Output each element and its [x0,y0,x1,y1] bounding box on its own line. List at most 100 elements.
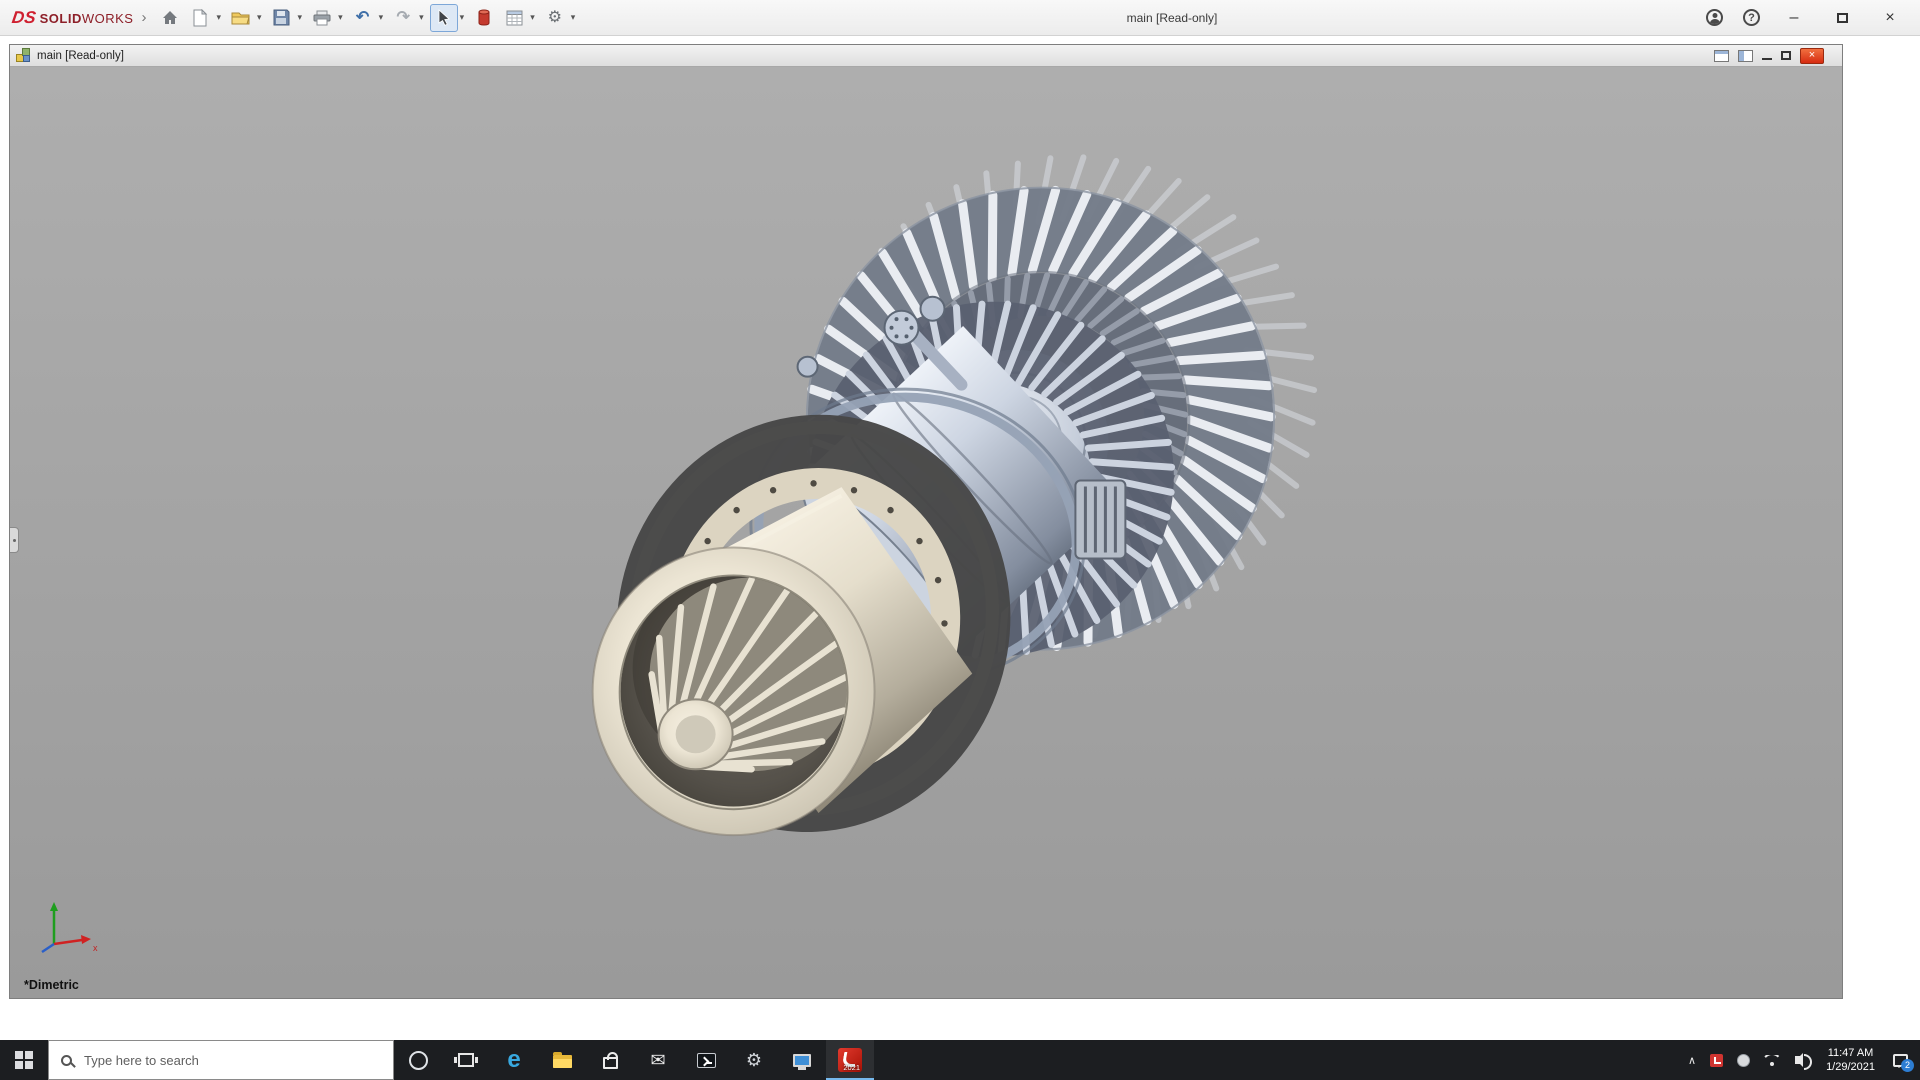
minimize-icon [1762,58,1772,60]
terminal-button[interactable] [682,1040,730,1080]
orientation-triad: x [32,898,102,956]
print-button[interactable] [308,4,336,32]
hidden-icons-chevron-icon[interactable]: ∧ [1688,1054,1696,1067]
tile-vertical-icon[interactable] [1738,50,1753,62]
appearance-button[interactable] [470,4,498,32]
document-window-controls: × [1714,47,1836,65]
design-table-dropdown[interactable]: ▾ [530,12,535,23]
monitor-icon [793,1054,811,1067]
start-button[interactable] [0,1040,48,1080]
task-view-icon [458,1053,474,1067]
toolbar-flyout-chevron-icon[interactable]: › [141,9,146,26]
store-bag-icon [603,1057,618,1069]
open-dropdown[interactable]: ▾ [257,12,262,23]
windows-taskbar: e ✉ ⚙ 2021 ∧ 11:47 AM 1/29/2021 2 [0,1040,1920,1080]
tray-solidworks-monitor-icon[interactable] [1710,1054,1723,1067]
triad-x-label: x [93,943,98,953]
notification-badge: 2 [1901,1059,1914,1072]
undo-icon: ↶ [356,10,369,26]
search-icon [61,1055,72,1066]
help-icon[interactable]: ? [1743,9,1760,26]
select-button[interactable] [430,4,458,32]
save-button[interactable] [268,4,296,32]
redo-dropdown[interactable]: ▾ [419,12,424,23]
mail-button[interactable]: ✉ [634,1040,682,1080]
solidworks-app-icon: 2021 [838,1048,862,1072]
redo-icon: ↷ [396,10,409,26]
edge-button[interactable]: e [490,1040,538,1080]
document-window: main [Read-only] × [9,44,1843,999]
new-document-button[interactable] [186,4,214,32]
graphics-viewport[interactable]: x *Dimetric [10,67,1842,998]
maximize-icon [1837,13,1848,23]
home-button[interactable] [156,4,184,32]
main-toolbar: ▾ ▾ ▾ ▾ ↶ ▾ ↷ ▾ ▾ ▾ ⚙ [156,4,579,32]
home-icon [161,9,179,27]
doc-restore-button[interactable] [1781,47,1791,65]
undo-button[interactable]: ↶ [349,4,377,32]
app-maximize-button[interactable] [1828,13,1856,23]
edge-icon: e [507,1048,520,1072]
solidworks-wordmark: SOLIDWORKS [40,11,134,26]
open-button[interactable] [227,4,255,32]
tray-app-icon[interactable] [1737,1054,1750,1067]
assembly-document-icon [16,48,31,63]
gear-icon: ⚙ [746,1051,762,1069]
view-orientation-label: *Dimetric [24,978,79,992]
network-icon[interactable] [1764,1054,1779,1066]
windows-logo-icon [15,1051,33,1069]
options-dropdown[interactable]: ▾ [571,12,576,23]
print-icon [313,10,331,26]
app-window-title: main [Read-only] [1127,0,1218,36]
restore-icon [1781,51,1791,60]
solidworks-logo: DS SOLIDWORKS [12,8,133,28]
feature-panel-collapse-tab[interactable] [10,527,19,553]
folder-icon [553,1055,572,1068]
clock-time: 11:47 AM [1826,1046,1875,1060]
cortana-icon [409,1051,428,1070]
action-center-icon[interactable]: 2 [1893,1054,1908,1067]
doc-minimize-button[interactable] [1762,47,1772,65]
user-account-icon[interactable] [1706,9,1723,26]
mail-envelope-icon: ✉ [650,1051,665,1069]
save-icon [273,9,290,26]
file-explorer-button[interactable] [538,1040,586,1080]
print-dropdown[interactable]: ▾ [338,12,343,23]
speaker-icon[interactable] [1795,1056,1800,1064]
document-titlebar[interactable]: main [Read-only] × [10,45,1842,67]
app-minimize-button[interactable]: – [1780,9,1808,27]
app-close-button[interactable]: × [1876,9,1904,27]
engine-model[interactable] [10,67,1842,998]
tile-horizontal-icon[interactable] [1714,50,1729,62]
doc-close-button[interactable]: × [1800,48,1824,64]
solidworks-taskbar-button[interactable]: 2021 [826,1040,874,1080]
clock-date: 1/29/2021 [1826,1060,1875,1074]
options-button[interactable]: ⚙ [541,4,569,32]
app-titlebar: DS SOLIDWORKS › ▾ ▾ ▾ ▾ ↶ ▾ ↷ ▾ [0,0,1920,36]
open-folder-icon [231,10,251,26]
undo-dropdown[interactable]: ▾ [379,12,384,23]
task-view-button[interactable] [442,1040,490,1080]
redo-button[interactable]: ↷ [389,4,417,32]
new-document-dropdown[interactable]: ▾ [216,12,221,23]
terminal-icon [697,1053,716,1068]
select-cursor-icon [437,9,451,26]
design-table-icon [506,10,523,26]
system-tray: ∧ 11:47 AM 1/29/2021 2 [1688,1040,1920,1080]
save-dropdown[interactable]: ▾ [298,12,303,23]
taskbar-clock[interactable]: 11:47 AM 1/29/2021 [1822,1046,1879,1074]
store-button[interactable] [586,1040,634,1080]
document-title: main [Read-only] [37,50,124,62]
search-input[interactable] [82,1052,362,1069]
red-cylinder-icon [478,9,490,26]
cortana-button[interactable] [394,1040,442,1080]
taskbar-search-box[interactable] [48,1040,394,1080]
select-dropdown[interactable]: ▾ [460,12,465,23]
solidworks-year-badge: 2021 [843,1063,860,1072]
new-document-icon [192,9,208,27]
design-table-button[interactable] [500,4,528,32]
display-app-button[interactable] [778,1040,826,1080]
options-gear-icon: ⚙ [548,10,562,26]
settings-app-button[interactable]: ⚙ [730,1040,778,1080]
ds-logo-icon: DS [11,8,37,28]
